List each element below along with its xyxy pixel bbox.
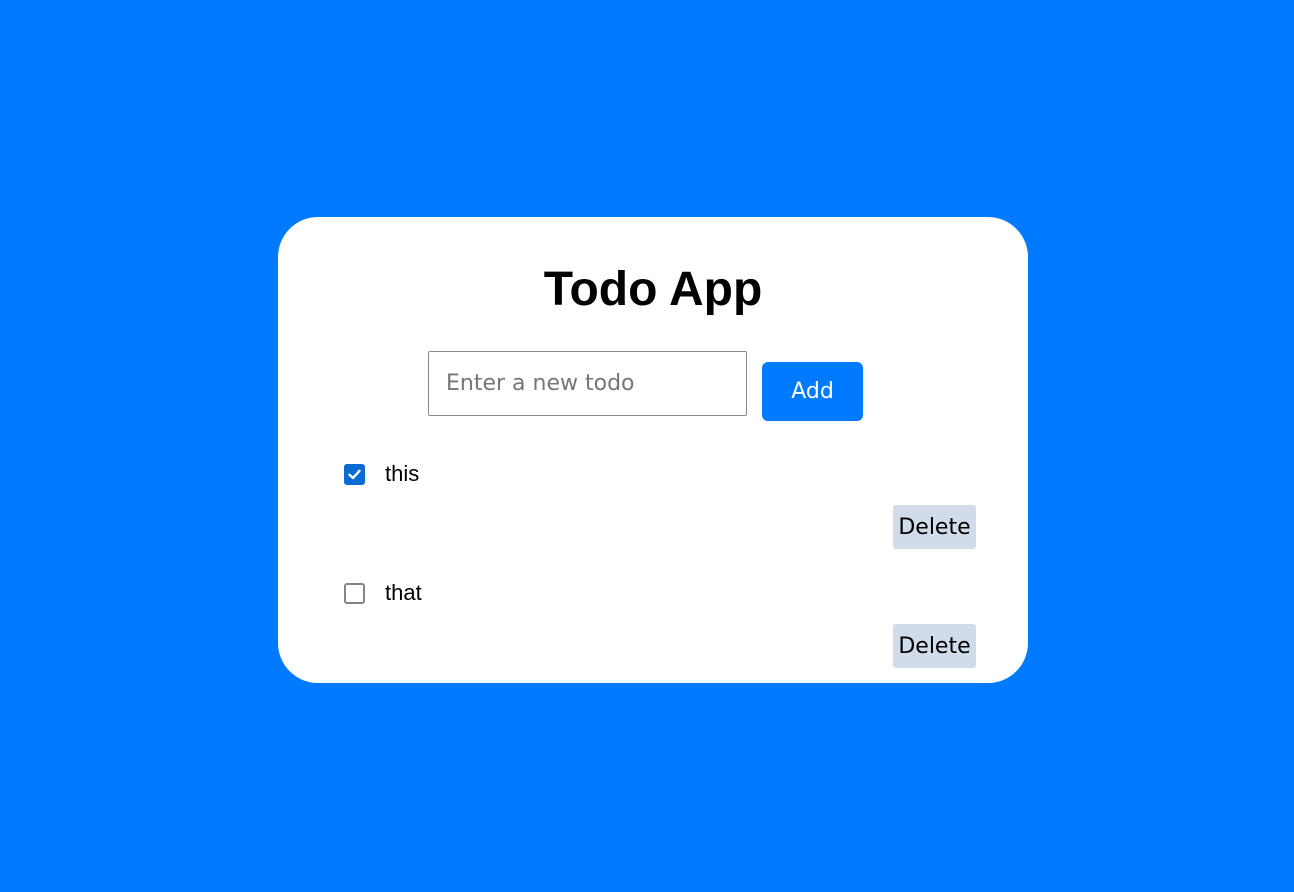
todo-checkbox-2[interactable] [344, 583, 365, 604]
add-button[interactable]: Add [762, 362, 863, 421]
delete-button[interactable]: Delete [893, 505, 976, 549]
new-todo-input[interactable] [428, 351, 747, 416]
page-title: Todo App [543, 263, 763, 316]
delete-button[interactable]: Delete [893, 624, 976, 668]
todo-item-label: this [385, 461, 420, 486]
checkmark-icon [348, 469, 361, 480]
todo-checkbox-1[interactable] [344, 464, 365, 485]
todo-item-label: that [385, 580, 422, 605]
